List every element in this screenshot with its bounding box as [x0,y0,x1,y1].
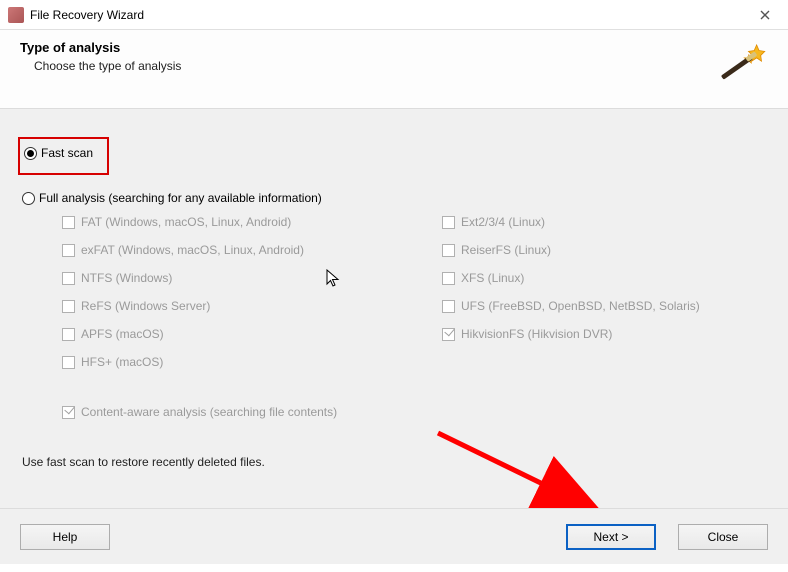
checkbox-icon [62,272,75,285]
fs-checkbox-ufs[interactable]: UFS (FreeBSD, OpenBSD, NetBSD, Solaris) [442,299,700,313]
app-icon [8,7,24,23]
checkbox-icon [62,406,75,419]
checkbox-icon [62,300,75,313]
checkbox-icon [442,244,455,257]
page-title: Type of analysis [20,40,716,55]
filesystem-column-right: Ext2/3/4 (Linux) ReiserFS (Linux) XFS (L… [442,215,700,369]
checkbox-icon [62,328,75,341]
fs-label: ReiserFS (Linux) [461,243,551,257]
window-title: File Recovery Wizard [30,8,742,22]
fs-checkbox-hikvision[interactable]: HikvisionFS (Hikvision DVR) [442,327,700,341]
fs-label: Ext2/3/4 (Linux) [461,215,545,229]
button-bar: Help Next > Close [0,508,788,564]
filesystem-column-left: FAT (Windows, macOS, Linux, Android) exF… [62,215,442,369]
content-aware-label: Content-aware analysis (searching file c… [81,405,337,419]
fs-label: NTFS (Windows) [81,271,172,285]
checkbox-icon [442,328,455,341]
page-subtitle: Choose the type of analysis [34,59,716,73]
checkbox-icon [62,216,75,229]
checkbox-icon [442,216,455,229]
fast-scan-label: Fast scan [41,146,93,160]
wizard-header: Type of analysis Choose the type of anal… [0,30,788,109]
fs-checkbox-ntfs[interactable]: NTFS (Windows) [62,271,442,285]
fs-label: HFS+ (macOS) [81,355,163,369]
next-button[interactable]: Next > [566,524,656,550]
help-button[interactable]: Help [20,524,110,550]
fs-label: XFS (Linux) [461,271,524,285]
filesystem-options: FAT (Windows, macOS, Linux, Android) exF… [62,215,766,419]
titlebar: File Recovery Wizard [0,0,788,30]
fs-label: FAT (Windows, macOS, Linux, Android) [81,215,291,229]
content-aware-checkbox[interactable]: Content-aware analysis (searching file c… [62,405,766,419]
close-button[interactable]: Close [678,524,768,550]
full-analysis-radio[interactable]: Full analysis (searching for any availab… [22,191,766,205]
radio-icon [24,147,37,160]
fs-label: UFS (FreeBSD, OpenBSD, NetBSD, Solaris) [461,299,700,313]
fs-checkbox-hfsplus[interactable]: HFS+ (macOS) [62,355,442,369]
fs-checkbox-fat[interactable]: FAT (Windows, macOS, Linux, Android) [62,215,442,229]
radio-icon [22,192,35,205]
annotation-arrow-icon [430,425,610,521]
fs-label: exFAT (Windows, macOS, Linux, Android) [81,243,304,257]
checkbox-icon [62,356,75,369]
wizard-body: Fast scan Full analysis (searching for a… [0,109,788,564]
close-icon [760,10,770,20]
fs-checkbox-exfat[interactable]: exFAT (Windows, macOS, Linux, Android) [62,243,442,257]
checkbox-icon [62,244,75,257]
fast-scan-radio[interactable]: Fast scan [24,146,93,160]
full-analysis-label: Full analysis (searching for any availab… [39,191,322,205]
wizard-wand-icon [716,40,768,92]
hint-text: Use fast scan to restore recently delete… [22,455,766,469]
checkbox-icon [442,272,455,285]
fs-label: APFS (macOS) [81,327,164,341]
fs-checkbox-refs[interactable]: ReFS (Windows Server) [62,299,442,313]
fs-checkbox-ext[interactable]: Ext2/3/4 (Linux) [442,215,700,229]
fs-label: HikvisionFS (Hikvision DVR) [461,327,612,341]
fs-checkbox-reiserfs[interactable]: ReiserFS (Linux) [442,243,700,257]
checkbox-icon [442,300,455,313]
fs-label: ReFS (Windows Server) [81,299,210,313]
fast-scan-highlight: Fast scan [18,137,109,175]
fs-checkbox-apfs[interactable]: APFS (macOS) [62,327,442,341]
close-window-button[interactable] [742,0,788,30]
fs-checkbox-xfs[interactable]: XFS (Linux) [442,271,700,285]
